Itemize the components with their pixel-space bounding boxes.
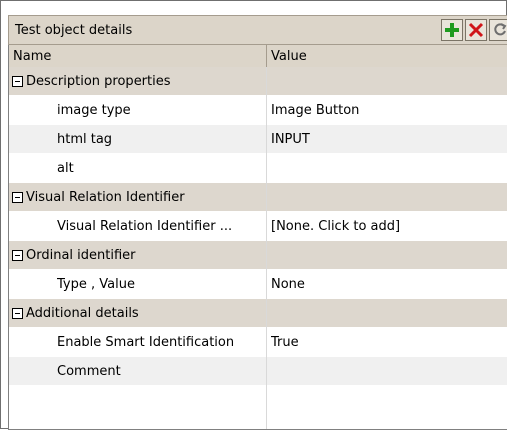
column-divider[interactable] xyxy=(266,45,267,67)
property-value[interactable]: None xyxy=(271,277,507,292)
group-row[interactable]: Visual Relation Identifier xyxy=(9,183,507,212)
delete-button[interactable] xyxy=(465,19,487,41)
property-name: alt xyxy=(57,161,74,176)
refresh-button[interactable] xyxy=(489,19,507,41)
group-row[interactable]: Ordinal identifier xyxy=(9,241,507,270)
column-separator-line xyxy=(266,67,267,429)
group-row[interactable]: Description properties xyxy=(9,67,507,96)
collapse-icon[interactable] xyxy=(12,308,23,319)
group-label: Visual Relation Identifier xyxy=(26,190,185,205)
property-value[interactable]: True xyxy=(271,335,507,350)
collapse-icon[interactable] xyxy=(12,76,23,87)
x-icon xyxy=(468,22,484,38)
group-row[interactable]: Additional details xyxy=(9,299,507,328)
refresh-icon xyxy=(494,23,507,36)
collapse-icon[interactable] xyxy=(12,192,23,203)
property-name: image type xyxy=(57,103,131,118)
grid-header: Name Value xyxy=(9,45,507,68)
properties-grid: Name Value Description properties image t… xyxy=(8,45,507,430)
add-button[interactable] xyxy=(441,19,463,41)
collapse-icon[interactable] xyxy=(12,250,23,261)
property-name: html tag xyxy=(57,132,113,147)
test-object-details-panel: Test object details Name Value Descripti… xyxy=(0,0,507,430)
property-row[interactable]: alt xyxy=(9,154,507,183)
property-row[interactable]: html tag INPUT xyxy=(9,125,507,154)
property-row[interactable]: Visual Relation Identifier ... [None. Cli… xyxy=(9,212,507,241)
property-value[interactable]: [None. Click to add] xyxy=(271,219,507,234)
panel-title: Test object details xyxy=(15,23,133,38)
property-value[interactable]: INPUT xyxy=(271,132,507,147)
property-row[interactable]: Type , Value None xyxy=(9,270,507,299)
column-header-value[interactable]: Value xyxy=(271,49,307,64)
property-value[interactable]: Image Button xyxy=(271,103,507,118)
group-label: Additional details xyxy=(26,306,139,321)
property-name: Enable Smart Identification xyxy=(57,335,235,350)
plus-icon xyxy=(445,23,459,37)
panel-titlebar: Test object details xyxy=(8,15,507,45)
property-name: Visual Relation Identifier ... xyxy=(57,219,233,234)
property-row[interactable]: Enable Smart Identification True xyxy=(9,328,507,357)
column-header-name[interactable]: Name xyxy=(13,49,51,64)
property-name: Comment xyxy=(57,364,121,379)
property-row[interactable]: image type Image Button xyxy=(9,96,507,125)
property-row[interactable]: Comment xyxy=(9,357,507,386)
group-label: Description properties xyxy=(26,74,171,89)
property-name: Type , Value xyxy=(57,277,135,292)
group-label: Ordinal identifier xyxy=(26,248,136,263)
